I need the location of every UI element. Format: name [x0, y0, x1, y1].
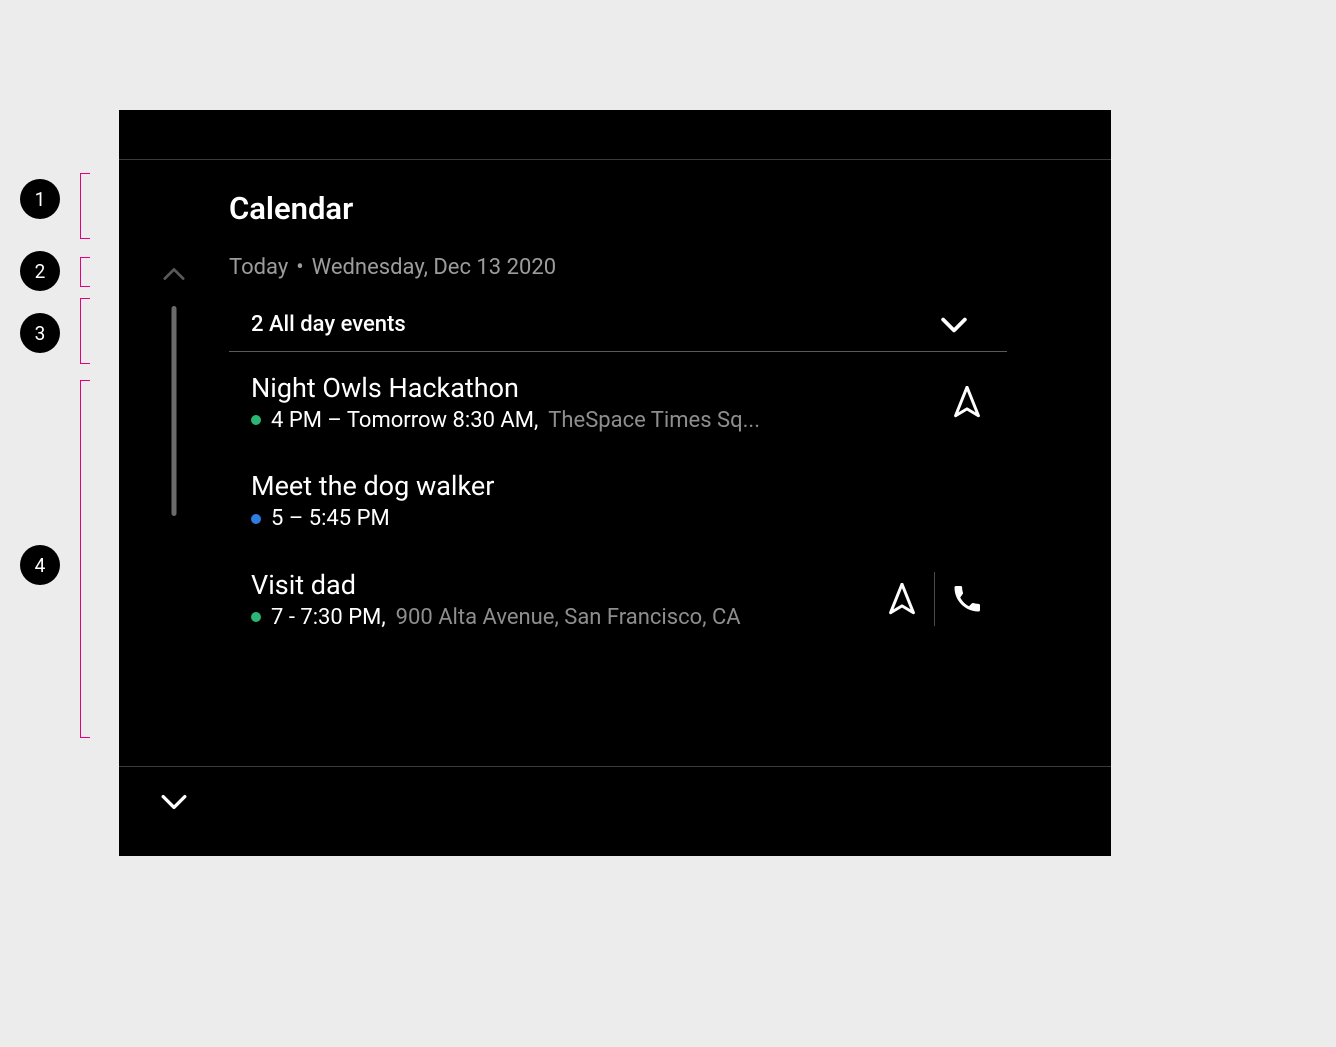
annotation-badge-1: 1 — [20, 179, 60, 219]
event-list: Night Owls Hackathon 4 PM – Tomorrow 8:30… — [229, 352, 1007, 649]
calendar-color-dot — [251, 612, 261, 622]
annotation-bracket-1 — [80, 173, 90, 239]
event-time: 7 - 7:30 PM, — [271, 605, 386, 630]
calendar-app-window: Calendar Today • Wednesday, Dec 13 2020 … — [119, 110, 1111, 856]
annotation-bracket-4 — [80, 380, 90, 738]
annotation-badge-3: 3 — [20, 313, 60, 353]
event-actions — [870, 567, 1007, 631]
event-row[interactable]: Meet the dog walker 5 – 5:45 PM — [229, 452, 1007, 549]
event-title: Visit dad — [251, 569, 870, 601]
event-row[interactable]: Night Owls Hackathon 4 PM – Tomorrow 8:30… — [229, 352, 1007, 452]
chevron-down-icon — [161, 794, 187, 810]
annotation-bracket-2 — [80, 257, 90, 287]
scroll-down-button[interactable] — [160, 788, 188, 816]
event-meta: 5 – 5:45 PM — [251, 506, 999, 531]
event-meta: 7 - 7:30 PM, 900 Alta Avenue, San Francis… — [251, 605, 870, 630]
event-title: Meet the dog walker — [251, 470, 999, 502]
event-time: 4 PM – Tomorrow 8:30 AM, — [271, 408, 538, 433]
event-meta: 4 PM – Tomorrow 8:30 AM, TheSpace Times S… — [251, 408, 935, 433]
navigate-button[interactable] — [935, 370, 999, 434]
calendar-color-dot — [251, 514, 261, 524]
bottom-divider — [119, 766, 1111, 767]
date-today-label: Today — [229, 255, 288, 280]
event-main: Meet the dog walker 5 – 5:45 PM — [251, 470, 999, 531]
navigation-arrow-icon — [953, 386, 981, 418]
navigation-arrow-icon — [888, 583, 916, 615]
content-area: Calendar Today • Wednesday, Dec 13 2020 … — [119, 160, 1111, 766]
event-location: 900 Alta Avenue, San Francisco, CA — [396, 605, 741, 630]
date-row: Today • Wednesday, Dec 13 2020 — [229, 255, 1111, 280]
annotation-badge-4: 4 — [20, 545, 60, 585]
event-main: Night Owls Hackathon 4 PM – Tomorrow 8:30… — [251, 372, 935, 433]
event-location: TheSpace Times Sq... — [548, 408, 760, 433]
all-day-events-row[interactable]: 2 All day events — [229, 298, 1007, 352]
calendar-color-dot — [251, 415, 261, 425]
event-actions — [935, 370, 1007, 434]
chevron-down-icon — [941, 317, 967, 333]
event-time: 5 – 5:45 PM — [271, 506, 390, 531]
call-button[interactable] — [935, 567, 999, 631]
navigate-button[interactable] — [870, 567, 934, 631]
all-day-label: 2 All day events — [251, 312, 406, 337]
app-title: Calendar — [229, 190, 1111, 227]
event-main: Visit dad 7 - 7:30 PM, 900 Alta Avenue, Sa… — [251, 569, 870, 630]
date-full: Wednesday, Dec 13 2020 — [312, 255, 556, 280]
date-separator: • — [296, 255, 303, 280]
phone-icon — [952, 584, 982, 614]
event-title: Night Owls Hackathon — [251, 372, 935, 404]
annotation-badge-2: 2 — [20, 251, 60, 291]
annotation-bracket-3 — [80, 298, 90, 364]
event-row[interactable]: Visit dad 7 - 7:30 PM, 900 Alta Avenue, Sa… — [229, 549, 1007, 649]
